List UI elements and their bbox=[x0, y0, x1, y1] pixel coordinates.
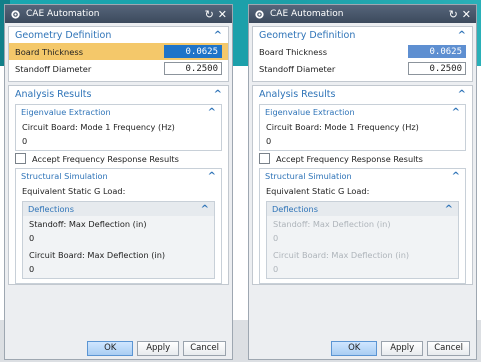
accept-checkbox-row[interactable]: Accept Frequency Response Results bbox=[253, 151, 472, 166]
ok-button[interactable]: OK bbox=[87, 340, 134, 356]
chevron-up-icon[interactable]: ^ bbox=[452, 171, 460, 182]
deflections-section: Deflections ^ Standoff: Max Deflection (… bbox=[22, 201, 215, 279]
chevron-up-icon[interactable]: ^ bbox=[458, 89, 466, 100]
structural-header[interactable]: Structural Simulation ^ bbox=[260, 169, 465, 183]
cae-dialog-left: CAE Automation ↻ ✕ Geometry Definition ^… bbox=[4, 4, 233, 360]
dialog-footer: OK Apply Cancel bbox=[5, 337, 232, 359]
geometry-header[interactable]: Geometry Definition ^ bbox=[253, 27, 472, 43]
eigenvalue-title: Eigenvalue Extraction bbox=[21, 107, 111, 117]
deflections-header[interactable]: Deflections ^ bbox=[23, 202, 214, 216]
close-icon[interactable]: ✕ bbox=[218, 9, 227, 20]
structural-section: Structural Simulation ^ Equivalent Stati… bbox=[15, 168, 222, 284]
structural-title: Structural Simulation bbox=[21, 171, 108, 181]
ok-button[interactable]: OK bbox=[331, 340, 378, 356]
title-bar[interactable]: CAE Automation ↻ ✕ bbox=[249, 5, 476, 23]
window-title: CAE Automation bbox=[270, 9, 344, 19]
chevron-up-icon[interactable]: ^ bbox=[208, 171, 216, 182]
close-icon[interactable]: ✕ bbox=[462, 9, 471, 20]
standoff-diameter-input[interactable]: 0.2500 bbox=[408, 62, 466, 75]
standoff-diameter-row: Standoff Diameter 0.2500 bbox=[253, 60, 472, 77]
geometry-section: Geometry Definition ^ Board Thickness 0.… bbox=[252, 26, 473, 82]
deflections-title: Deflections bbox=[28, 204, 74, 214]
board-thickness-row: Board Thickness 0.0625 bbox=[9, 43, 228, 60]
analysis-header[interactable]: Analysis Results ^ bbox=[253, 86, 472, 102]
board-thickness-label: Board Thickness bbox=[15, 46, 84, 57]
board-thickness-row: Board Thickness 0.0625 bbox=[253, 43, 472, 60]
apply-button[interactable]: Apply bbox=[381, 340, 424, 356]
eigenvalue-title: Eigenvalue Extraction bbox=[265, 107, 355, 117]
board-deflection-value: 0 bbox=[29, 264, 35, 274]
gload-label: Equivalent Static G Load: bbox=[22, 186, 126, 196]
accept-checkbox[interactable] bbox=[15, 153, 26, 164]
geometry-title: Geometry Definition bbox=[259, 29, 356, 41]
gload-label: Equivalent Static G Load: bbox=[266, 186, 370, 196]
board-thickness-label: Board Thickness bbox=[259, 46, 328, 57]
structural-title: Structural Simulation bbox=[265, 171, 352, 181]
geometry-section: Geometry Definition ^ Board Thickness 0.… bbox=[8, 26, 229, 82]
board-thickness-input[interactable]: 0.0625 bbox=[164, 45, 222, 58]
analysis-header[interactable]: Analysis Results ^ bbox=[9, 86, 228, 102]
chevron-up-icon[interactable]: ^ bbox=[208, 107, 216, 118]
chevron-up-icon[interactable]: ^ bbox=[201, 204, 209, 215]
cae-dialog-right: CAE Automation ↻ ✕ Geometry Definition ^… bbox=[248, 4, 477, 360]
eigenvalue-section: Eigenvalue Extraction ^ Circuit Board: M… bbox=[15, 104, 222, 151]
frequency-value: 0 bbox=[266, 136, 272, 146]
deflections-title: Deflections bbox=[272, 204, 318, 214]
analysis-title: Analysis Results bbox=[15, 88, 92, 100]
chevron-up-icon[interactable]: ^ bbox=[458, 30, 466, 41]
standoff-diameter-input[interactable]: 0.2500 bbox=[164, 62, 222, 75]
analysis-section: Analysis Results ^ Eigenvalue Extraction… bbox=[8, 85, 229, 285]
frequency-label: Circuit Board: Mode 1 Frequency (Hz) bbox=[22, 122, 175, 132]
chevron-up-icon[interactable]: ^ bbox=[445, 204, 453, 215]
frequency-value: 0 bbox=[22, 136, 28, 146]
frequency-label: Circuit Board: Mode 1 Frequency (Hz) bbox=[266, 122, 419, 132]
dialog-footer: OK Apply Cancel bbox=[249, 337, 476, 359]
board-deflection-label: Circuit Board: Max Deflection (in) bbox=[273, 250, 410, 260]
eigenvalue-header[interactable]: Eigenvalue Extraction ^ bbox=[260, 105, 465, 119]
board-deflection-label: Circuit Board: Max Deflection (in) bbox=[29, 250, 166, 260]
accept-label: Accept Frequency Response Results bbox=[276, 153, 423, 164]
standoff-diameter-label: Standoff Diameter bbox=[259, 63, 336, 74]
reset-icon[interactable]: ↻ bbox=[205, 9, 214, 20]
title-bar[interactable]: CAE Automation ↻ ✕ bbox=[5, 5, 232, 23]
gear-icon bbox=[255, 9, 264, 19]
standoff-diameter-row: Standoff Diameter 0.2500 bbox=[9, 60, 228, 77]
analysis-title: Analysis Results bbox=[259, 88, 336, 100]
standoff-diameter-label: Standoff Diameter bbox=[15, 63, 92, 74]
deflections-header[interactable]: Deflections ^ bbox=[267, 202, 458, 216]
deflections-section: Deflections ^ Standoff: Max Deflection (… bbox=[266, 201, 459, 279]
structural-header[interactable]: Structural Simulation ^ bbox=[16, 169, 221, 183]
chevron-up-icon[interactable]: ^ bbox=[452, 107, 460, 118]
geometry-title: Geometry Definition bbox=[15, 29, 112, 41]
board-deflection-value: 0 bbox=[273, 264, 279, 274]
accept-checkbox-row[interactable]: Accept Frequency Response Results bbox=[9, 151, 228, 166]
cancel-button[interactable]: Cancel bbox=[427, 340, 470, 356]
eigenvalue-header[interactable]: Eigenvalue Extraction ^ bbox=[16, 105, 221, 119]
accept-label: Accept Frequency Response Results bbox=[32, 153, 179, 164]
structural-section: Structural Simulation ^ Equivalent Stati… bbox=[259, 168, 466, 284]
standoff-deflection-value: 0 bbox=[273, 233, 279, 243]
cancel-button[interactable]: Cancel bbox=[183, 340, 226, 356]
reset-icon[interactable]: ↻ bbox=[449, 9, 458, 20]
chevron-up-icon[interactable]: ^ bbox=[214, 30, 222, 41]
accept-checkbox[interactable] bbox=[259, 153, 270, 164]
chevron-up-icon[interactable]: ^ bbox=[214, 89, 222, 100]
standoff-deflection-value: 0 bbox=[29, 233, 35, 243]
board-thickness-input[interactable]: 0.0625 bbox=[408, 45, 466, 58]
eigenvalue-section: Eigenvalue Extraction ^ Circuit Board: M… bbox=[259, 104, 466, 151]
apply-button[interactable]: Apply bbox=[137, 340, 180, 356]
analysis-section: Analysis Results ^ Eigenvalue Extraction… bbox=[252, 85, 473, 285]
standoff-deflection-label: Standoff: Max Deflection (in) bbox=[29, 219, 147, 229]
standoff-deflection-label: Standoff: Max Deflection (in) bbox=[273, 219, 391, 229]
window-title: CAE Automation bbox=[26, 9, 100, 19]
geometry-header[interactable]: Geometry Definition ^ bbox=[9, 27, 228, 43]
gear-icon bbox=[11, 9, 20, 19]
